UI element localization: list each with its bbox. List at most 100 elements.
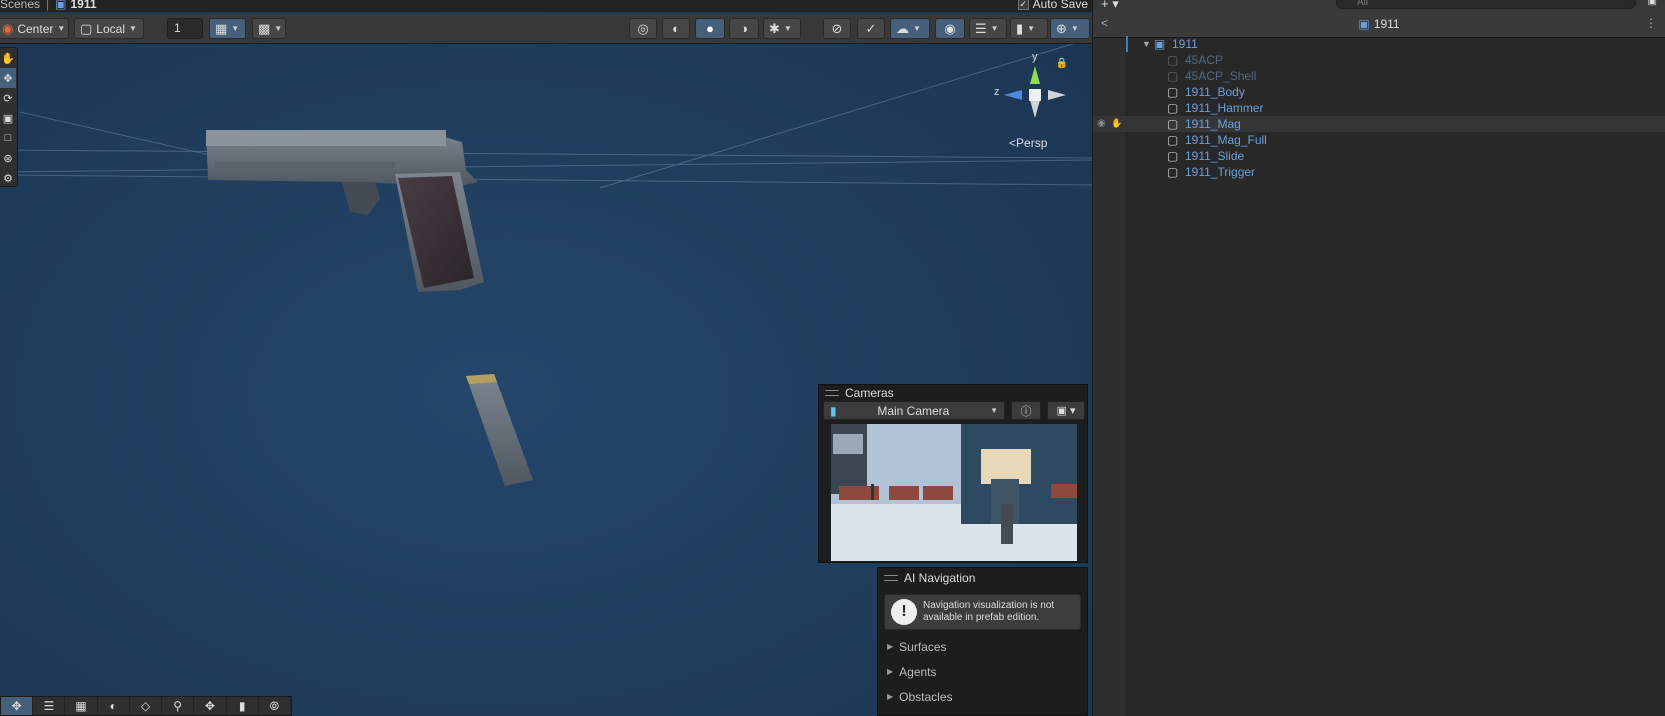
local-icon: ▢ <box>80 20 93 36</box>
hierarchy-search-input[interactable]: All <box>1336 0 1636 9</box>
rotate-tool-icon[interactable]: ⟳ <box>0 88 16 108</box>
layers-visibility-icon[interactable]: ◇ <box>130 697 163 715</box>
scene-view[interactable]: Scenes | ▣ 1911 ✓ Auto Save ◉ Center ▼ ▢… <box>0 0 1092 716</box>
chevron-right-icon: ▶ <box>887 667 894 676</box>
back-arrow-icon[interactable]: < <box>1101 16 1108 30</box>
tree-item[interactable]: ▢ 1911_Mag_Full <box>1093 132 1665 148</box>
tree-item[interactable]: ▢ 1911_Body <box>1093 84 1665 100</box>
tree-item[interactable]: ▢ 45ACP_Shell <box>1093 68 1665 84</box>
visibility-toggle-button[interactable]: ◉ <box>935 18 965 39</box>
eye-icon: ◉ <box>944 20 956 36</box>
transform-tool-icon[interactable]: ⊛ <box>0 148 16 168</box>
camera-preview-image <box>831 424 1077 561</box>
scale-tool-icon[interactable]: ▣ <box>0 108 16 128</box>
hand-tool-icon[interactable]: ✋ <box>0 48 16 68</box>
visibility-eye-icon[interactable]: ◉ <box>1097 118 1106 129</box>
increment-snap-icon: ▩ <box>258 20 271 36</box>
navigation-warning-box: ! Navigation visualization is not availa… <box>884 594 1081 630</box>
effects-toggle-button[interactable]: ☁ ▼ <box>890 18 930 39</box>
cameras-overlay-header[interactable]: Cameras <box>819 385 1087 401</box>
chevron-down-icon: ▼ <box>231 24 240 33</box>
lighting-toggle-button[interactable]: ✓ <box>857 18 885 39</box>
tree-item-selected[interactable]: ◉ ✋ ▢ 1911_Mag <box>1093 116 1665 132</box>
tools-overlay: ✋ ✥ ⟳ ▣ □ ⊛ ⚙ <box>0 47 18 187</box>
chevron-down-icon: ▼ <box>990 406 998 415</box>
breadcrumb-separator: | <box>46 0 50 11</box>
foldout-agents[interactable]: ▶ Agents <box>878 659 1087 684</box>
wireframe-shading-button[interactable]: ◎ <box>629 18 657 39</box>
camera-dropdown-label: Main Camera <box>877 403 950 418</box>
camera-settings-button[interactable]: ▮ ▼ <box>1010 18 1048 39</box>
shaded-icon: ● <box>706 21 714 36</box>
auto-save-toggle[interactable]: ✓ Auto Save <box>1017 0 1088 11</box>
scene-tab-bar: Scenes | ▣ 1911 ✓ Auto Save <box>0 0 1092 12</box>
grid-snap-button[interactable]: ▦ ▼ <box>209 18 246 39</box>
pivot-rotation-dropdown[interactable]: ▢ Local ▼ <box>74 18 144 39</box>
debug-draw-mode-button[interactable]: ✱ ▼ <box>763 18 801 39</box>
tree-item[interactable]: ▢ 1911_Slide <box>1093 148 1665 164</box>
chevron-down-icon: ▼ <box>128 24 137 33</box>
cameras-overlay: Cameras ▮ Main Camera ▼ ⓘ ▣ ▾ <box>818 384 1088 563</box>
foldout-surfaces[interactable]: ▶ Surfaces <box>878 634 1087 659</box>
tree-item[interactable]: ▢ 1911_Trigger <box>1093 164 1665 180</box>
compass-icon[interactable]: ⦾ <box>259 697 291 715</box>
gameobject-cube-icon: ▢ <box>1167 85 1179 99</box>
camera-overlay-icon[interactable]: ▮ <box>227 697 259 715</box>
drag-handle-icon[interactable] <box>825 390 839 396</box>
layers-icon: ☰ <box>975 20 987 36</box>
breadcrumb-scenes[interactable]: Scenes <box>0 0 40 11</box>
tree-item-label: 45ACP_Shell <box>1185 69 1257 83</box>
camera-dropdown[interactable]: ▮ Main Camera ▼ <box>823 401 1005 420</box>
pivot-mode-dropdown[interactable]: ◉ Center ▼ <box>0 18 69 39</box>
debug-icon: ✱ <box>769 20 780 36</box>
camera-info-button[interactable]: ⓘ <box>1011 401 1041 420</box>
lock-icon[interactable]: 🔒 <box>1056 58 1068 69</box>
gizmos-button[interactable]: ⊕ ▼ <box>1050 18 1090 39</box>
wireframe-icon: ◎ <box>637 20 649 36</box>
chevron-down-icon: ▼ <box>990 24 999 33</box>
pivot-rotation-label: Local <box>96 21 125 36</box>
layers-button[interactable]: ☰ ▼ <box>969 18 1007 39</box>
tree-item-label: 1911_Mag_Full <box>1185 133 1267 147</box>
search-icon[interactable]: ⚲ <box>162 697 195 715</box>
auto-save-label: Auto Save <box>1032 0 1088 11</box>
custom-tool-icon[interactable]: ⚙ <box>0 168 16 188</box>
increment-snap-button[interactable]: ▩ ▼ <box>252 18 286 39</box>
rect-tool-icon[interactable]: □ <box>0 128 16 148</box>
foldout-obstacles[interactable]: ▶ Obstacles <box>878 684 1087 709</box>
drag-handle-icon[interactable] <box>884 575 898 581</box>
shaded-button[interactable]: ● <box>695 18 725 39</box>
tree-root-item[interactable]: ▼ ▣ 1911 <box>1093 36 1665 52</box>
prefab-header-label: 1911 <box>1373 16 1400 31</box>
camera-view-button[interactable]: ▣ ▾ <box>1047 401 1085 420</box>
pickable-hand-icon[interactable]: ✋ <box>1111 118 1122 129</box>
warning-icon: ! <box>891 599 917 625</box>
transform-handles-icon[interactable]: ✥ <box>194 697 227 715</box>
tree-item-label: 1911_Mag <box>1185 117 1241 131</box>
bottom-toolbar-overlay: ✥ ☰ ▦ ◐ ◇ ⚲ ✥ ▮ ⦾ <box>0 696 292 716</box>
chevron-down-icon: ▼ <box>913 24 921 33</box>
breadcrumb-prefab[interactable]: ▣ 1911 <box>55 0 96 11</box>
tool-settings-icon[interactable]: ☰ <box>33 697 66 715</box>
shaded-wireframe-button[interactable]: ◐ <box>662 18 690 39</box>
orientation-icon[interactable]: ◐ <box>98 697 130 715</box>
tree-item-label: 1911_Body <box>1185 85 1245 99</box>
grid-visibility-icon[interactable]: ▦ <box>65 697 98 715</box>
more-options-icon[interactable]: ⋮ <box>1645 16 1657 30</box>
grid-size-input[interactable]: 1 <box>167 18 203 39</box>
move-tool-icon[interactable]: ✥ <box>0 68 16 88</box>
unlit-button[interactable]: ◑ <box>729 18 759 39</box>
tree-item[interactable]: ▢ 45ACP <box>1093 52 1665 68</box>
hierarchy-options-icon[interactable]: ▣ <box>1648 0 1657 7</box>
chevron-down-icon: ▼ <box>1070 24 1079 33</box>
ai-navigation-header[interactable]: AI Navigation <box>878 568 1087 588</box>
move-snap-icon[interactable]: ✥ <box>1 697 34 715</box>
y-axis-label: y <box>1032 51 1038 63</box>
2d-toggle-button[interactable]: ⊘ <box>823 18 851 39</box>
expand-arrow-icon[interactable]: ▼ <box>1142 39 1151 49</box>
shaded-wireframe-icon: ◐ <box>672 21 680 36</box>
gameobject-cube-icon: ▢ <box>1167 149 1179 163</box>
projection-toggle[interactable]: <Persp <box>1009 136 1047 150</box>
auto-save-checkbox[interactable]: ✓ <box>1017 0 1029 10</box>
tree-item[interactable]: ▢ 1911_Hammer <box>1093 100 1665 116</box>
